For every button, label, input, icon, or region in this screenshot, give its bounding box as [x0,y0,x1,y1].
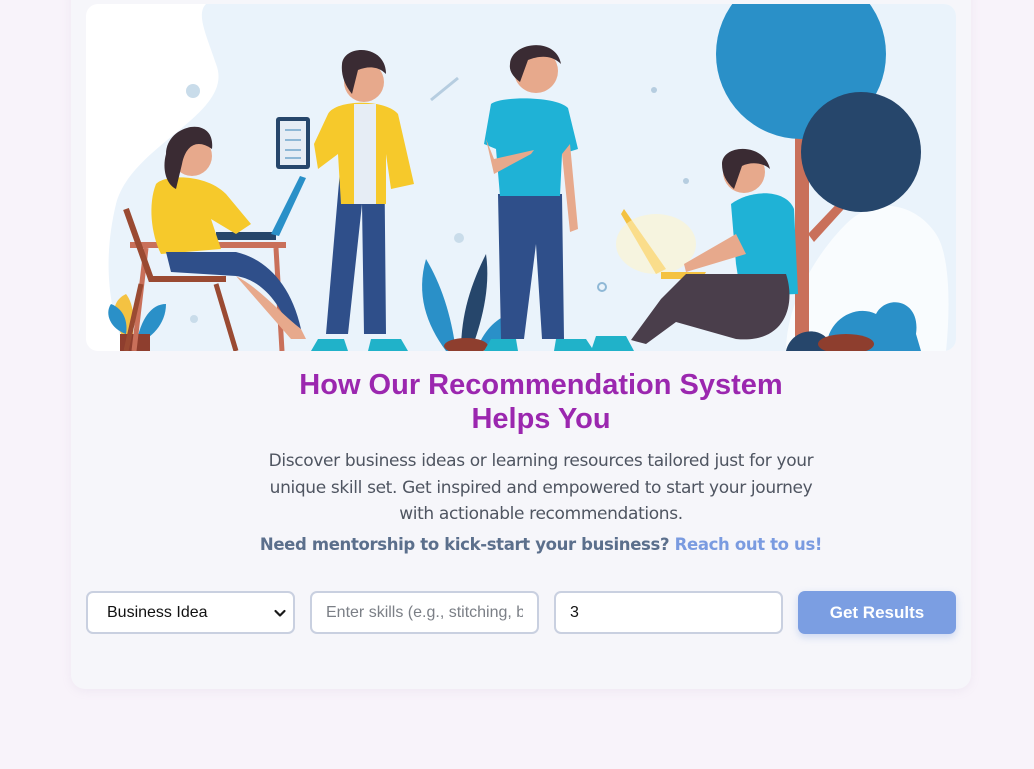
result-count-input[interactable] [554,591,783,634]
mentorship-prompt: Need mentorship to kick-start your busin… [240,535,842,554]
section-description: Discover business ideas or learning reso… [268,451,814,524]
reach-out-link[interactable]: Reach out to us! [675,535,823,554]
selected-type-value: Business Idea [107,603,208,621]
mentorship-text: Need mentorship to kick-start your busin… [259,535,670,554]
hero-illustration [86,4,956,351]
chevron-down-icon [274,609,286,617]
recommendation-type-select[interactable]: Business Idea [86,591,295,634]
get-results-button[interactable]: Get Results [798,591,956,634]
section-headline: How Our Recommendation System Helps You [299,369,783,435]
skills-input[interactable] [310,591,539,634]
